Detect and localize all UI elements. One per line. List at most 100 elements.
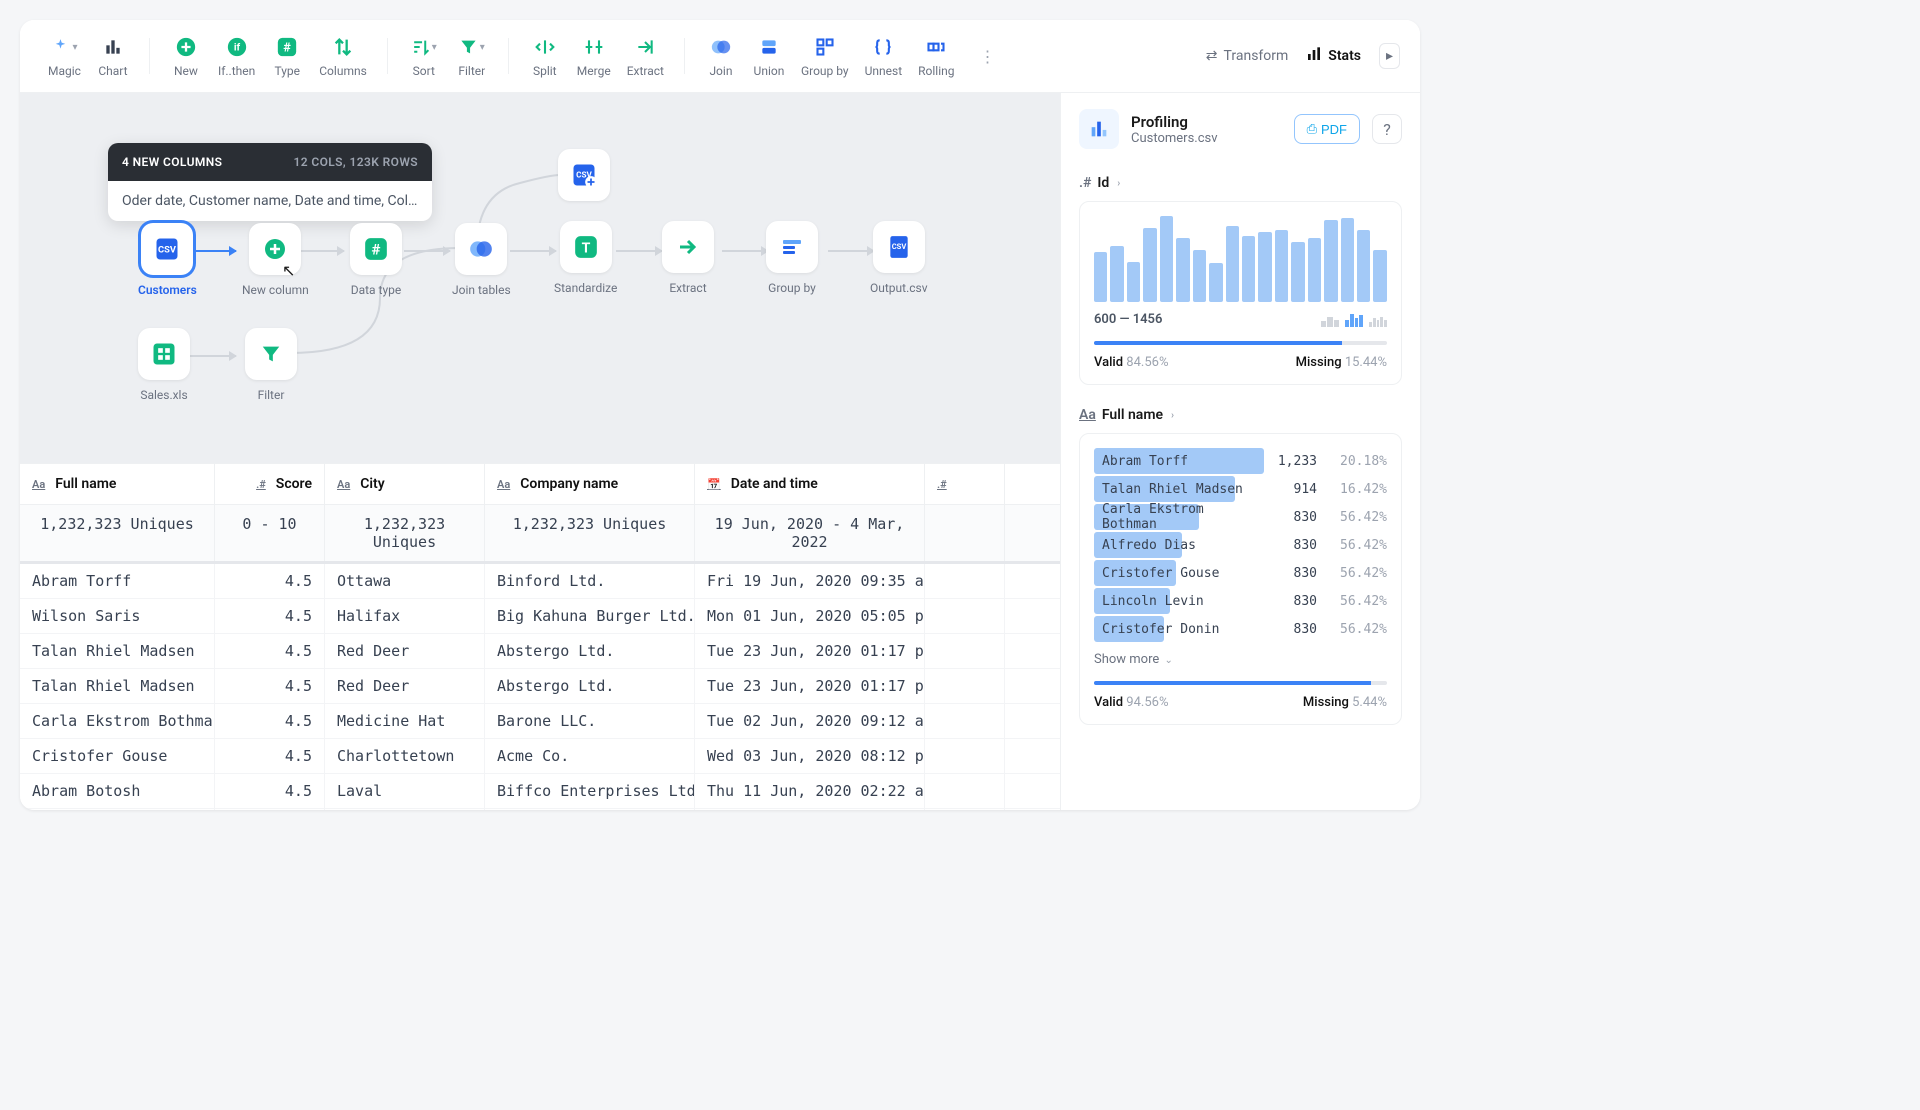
node-group-by[interactable]: Group by	[766, 221, 818, 295]
cell-id	[925, 669, 1005, 703]
tool-type[interactable]: # Type	[263, 30, 311, 82]
cell-date: Tue 23 Jun, 2020 01:17 pm	[695, 669, 925, 703]
frequency-row[interactable]: Cristofer Donin83056.42%	[1094, 616, 1387, 642]
tool-new[interactable]: New	[162, 30, 210, 82]
tool-sort[interactable]: ▾ Sort	[400, 30, 448, 82]
id-histogram	[1094, 216, 1387, 302]
tool-filter[interactable]: ▾ Filter	[448, 30, 496, 82]
freq-pct: 56.42%	[1327, 622, 1387, 637]
tooltip-body: Oder date, Customer name, Date and time,…	[108, 181, 432, 221]
tool-split[interactable]: Split	[521, 30, 569, 82]
frequency-row[interactable]: Abram Torff1,23320.18%	[1094, 448, 1387, 474]
table-row[interactable]: Abram Torff4.5OttawaBinford Ltd.Fri 19 J…	[20, 564, 1060, 599]
data-grid[interactable]: AaFull name .#Score AaCity AaCompany nam…	[20, 463, 1060, 810]
cell-score: 4.5	[215, 564, 325, 598]
cell-date: Tue 02 Jun, 2020 09:12 am	[695, 704, 925, 738]
divider	[684, 38, 685, 74]
col-header-score[interactable]: .#Score	[215, 464, 325, 504]
node-output[interactable]: CSV Output.csv	[870, 221, 928, 295]
node-new-column[interactable]: New column ↖	[242, 223, 309, 297]
cell-score: 4.5	[215, 809, 325, 810]
tool-extract[interactable]: Extract	[619, 30, 672, 82]
cell-date: Tue 23 Jun, 2020 01:17 pm	[695, 634, 925, 668]
histogram-bar	[1357, 230, 1370, 302]
sort-icon: ▾	[411, 34, 437, 60]
svg-text:if: if	[233, 43, 240, 54]
node-filter[interactable]: Filter	[245, 328, 297, 402]
frequency-row[interactable]: Lincoln Levin83056.42%	[1094, 588, 1387, 614]
col-header-fullname[interactable]: AaFull name	[20, 464, 215, 504]
tab-stats[interactable]: Stats	[1306, 46, 1361, 66]
table-row[interactable]: Talan Rhiel Madsen4.5Red DeerAbstergo Lt…	[20, 634, 1060, 669]
tool-chart[interactable]: Chart	[89, 30, 137, 82]
tooltip-title: 4 NEW COLUMNS	[122, 155, 222, 169]
tool-join[interactable]: Join	[697, 30, 745, 82]
export-pdf-button[interactable]: ⎙ PDF	[1294, 114, 1360, 144]
table-row[interactable]: Abram Botosh4.5LavalBiffco Enterprises L…	[20, 774, 1060, 809]
field-header-fullname[interactable]: Aa Full name ›	[1079, 397, 1402, 433]
field-header-id[interactable]: .# Id ›	[1079, 165, 1402, 201]
svg-text:CSV: CSV	[158, 245, 177, 256]
cell-name: Ruben Donin	[20, 809, 215, 810]
node-customers[interactable]: CSV Customers	[138, 223, 197, 297]
histogram-bar	[1094, 252, 1107, 302]
frequency-row[interactable]: Talan Rhiel Madsen91416.42%	[1094, 476, 1387, 502]
col-header-city[interactable]: AaCity	[325, 464, 485, 504]
tool-union[interactable]: Union	[745, 30, 793, 82]
tab-transform[interactable]: ⇄ Transform	[1206, 48, 1289, 64]
tool-groupby[interactable]: Group by	[793, 30, 857, 82]
freq-pct: 56.42%	[1327, 566, 1387, 581]
tool-ifthen[interactable]: if If..then	[210, 30, 263, 82]
node-join-tables[interactable]: Join tables	[452, 223, 511, 297]
split-icon	[532, 34, 558, 60]
node-data-type[interactable]: # Data type	[350, 223, 402, 297]
cell-city: Halifax	[325, 599, 485, 633]
tool-unnest[interactable]: Unnest	[857, 30, 911, 82]
cell-date: Wed 17 Jun, 2020 06:49 am	[695, 809, 925, 810]
col-header-datetime[interactable]: 📅Date and time	[695, 464, 925, 504]
node-extract[interactable]: Extract	[662, 221, 714, 295]
histogram-bar	[1242, 236, 1255, 302]
cell-id	[925, 634, 1005, 668]
histogram-view-toggle[interactable]	[1321, 313, 1387, 327]
tool-columns[interactable]: Columns	[311, 30, 375, 82]
frequency-row[interactable]: Alfredo Dias83056.42%	[1094, 532, 1387, 558]
col-header-company[interactable]: AaCompany name	[485, 464, 695, 504]
node-csv-import[interactable]: CSV	[558, 149, 610, 201]
freq-count: 830	[1267, 538, 1317, 553]
freq-name: Lincoln Levin	[1094, 594, 1257, 609]
more-icon[interactable]: ⋮	[975, 43, 1001, 69]
cell-company: Abstergo Ltd.	[485, 669, 695, 703]
grid-body: Abram Torff4.5OttawaBinford Ltd.Fri 19 J…	[20, 564, 1060, 810]
cell-score: 4.5	[215, 634, 325, 668]
help-button[interactable]: ?	[1372, 114, 1402, 144]
tool-magic[interactable]: ▾ Magic	[40, 30, 89, 82]
table-row[interactable]: Talan Rhiel Madsen4.5Red DeerAbstergo Lt…	[20, 669, 1060, 704]
tooltip-meta: 12 COLS, 123K ROWS	[293, 155, 418, 169]
svg-text:#: #	[283, 41, 291, 56]
frequency-row[interactable]: Carla Ekstrom Bothman83056.42%	[1094, 504, 1387, 530]
node-sales[interactable]: Sales.xls	[138, 328, 190, 402]
cell-date: Fri 19 Jun, 2020 09:35 am	[695, 564, 925, 598]
node-standardize[interactable]: T Standardize	[554, 221, 617, 295]
table-row[interactable]: Ruben Donin4.5FredrictonBarone LLC.Wed 1…	[20, 809, 1060, 810]
cell-id	[925, 739, 1005, 773]
pipeline-canvas[interactable]: 4 NEW COLUMNS 12 COLS, 123K ROWS Oder da…	[20, 93, 1060, 463]
summary-datetime: 19 Jun, 2020 - 4 Mar, 2022	[695, 505, 925, 561]
cell-company: Abstergo Ltd.	[485, 634, 695, 668]
cell-company: Big Kahuna Burger Ltd.	[485, 599, 695, 633]
table-row[interactable]: Wilson Saris4.5HalifaxBig Kahuna Burger …	[20, 599, 1060, 634]
tool-rolling[interactable]: Rolling	[910, 30, 962, 82]
cell-id	[925, 704, 1005, 738]
cell-company: Barone LLC.	[485, 704, 695, 738]
histogram-bar	[1226, 226, 1239, 302]
table-row[interactable]: Carla Ekstrom Bothman4.5Medicine HatBaro…	[20, 704, 1060, 739]
svg-text:T: T	[581, 240, 590, 256]
collapse-panel-button[interactable]: ▸	[1379, 43, 1400, 69]
table-row[interactable]: Cristofer Gouse4.5CharlottetownAcme Co.W…	[20, 739, 1060, 774]
cell-name: Wilson Saris	[20, 599, 215, 633]
show-more-button[interactable]: Show more ⌄	[1094, 642, 1387, 677]
frequency-row[interactable]: Cristofer Gouse83056.42%	[1094, 560, 1387, 586]
col-header-id[interactable]: .#	[925, 464, 1005, 504]
tool-merge[interactable]: Merge	[569, 30, 619, 82]
